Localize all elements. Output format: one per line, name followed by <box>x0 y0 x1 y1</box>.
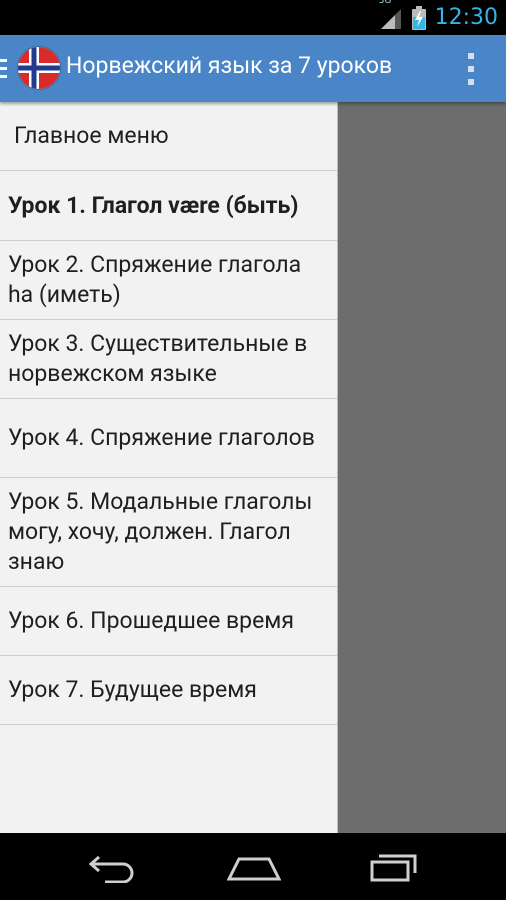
norway-flag-icon[interactable] <box>18 47 60 89</box>
drawer-item-lesson-6[interactable]: Урок 6. Прошедшее время <box>0 587 337 656</box>
drawer-item-label: Урок 3. Существительные в норвежском язы… <box>8 330 308 387</box>
drawer-item-label: Урок 7. Будущее время <box>8 676 257 703</box>
status-bar: 3G 12:30 <box>0 0 506 35</box>
home-icon[interactable] <box>227 851 281 883</box>
drawer-item-main-menu[interactable]: Главное меню <box>0 102 337 171</box>
drawer-item-lesson-5[interactable]: Урок 5. Модальные глаголы могу, хочу, до… <box>0 478 337 587</box>
navigation-drawer: Главное меню Урок 1. Глагол være (быть) … <box>0 102 338 833</box>
drawer-item-label: Урок 1. Глагол være (быть) <box>8 191 299 219</box>
battery-charging-icon <box>411 5 426 30</box>
network-type: 3G <box>378 0 392 6</box>
drawer-item-lesson-2[interactable]: Урок 2. Спряжение глагола ha (иметь) <box>0 241 337 320</box>
navigation-bar <box>0 833 506 900</box>
recent-apps-icon[interactable] <box>369 851 419 883</box>
clock: 12:30 <box>434 5 498 30</box>
app-title: Норвежский язык за 7 уроков <box>66 52 393 79</box>
drawer-item-lesson-3[interactable]: Урок 3. Существительные в норвежском язы… <box>0 320 337 399</box>
drawer-item-label: Урок 5. Модальные глаголы могу, хочу, до… <box>8 488 313 575</box>
drawer-indicator-icon[interactable] <box>0 59 8 79</box>
drawer-item-label: Урок 4. Спряжение глаголов <box>8 424 315 451</box>
drawer-item-label: Урок 6. Прошедшее время <box>8 607 294 634</box>
status-icons: 3G 12:30 <box>379 0 498 35</box>
drawer-item-lesson-7[interactable]: Урок 7. Будущее время <box>0 656 337 725</box>
back-icon[interactable] <box>87 851 137 883</box>
action-bar: Норвежский язык за 7 уроков <box>0 35 506 102</box>
drawer-item-lesson-4[interactable]: Урок 4. Спряжение глаголов <box>0 399 337 478</box>
signal-icon: 3G <box>379 0 403 31</box>
drawer-item-lesson-1[interactable]: Урок 1. Глагол være (быть) <box>0 171 337 241</box>
drawer-item-label: Урок 2. Спряжение глагола ha (иметь) <box>8 251 302 308</box>
overflow-menu-icon[interactable] <box>468 53 476 85</box>
drawer-item-label: Главное меню <box>14 122 169 149</box>
